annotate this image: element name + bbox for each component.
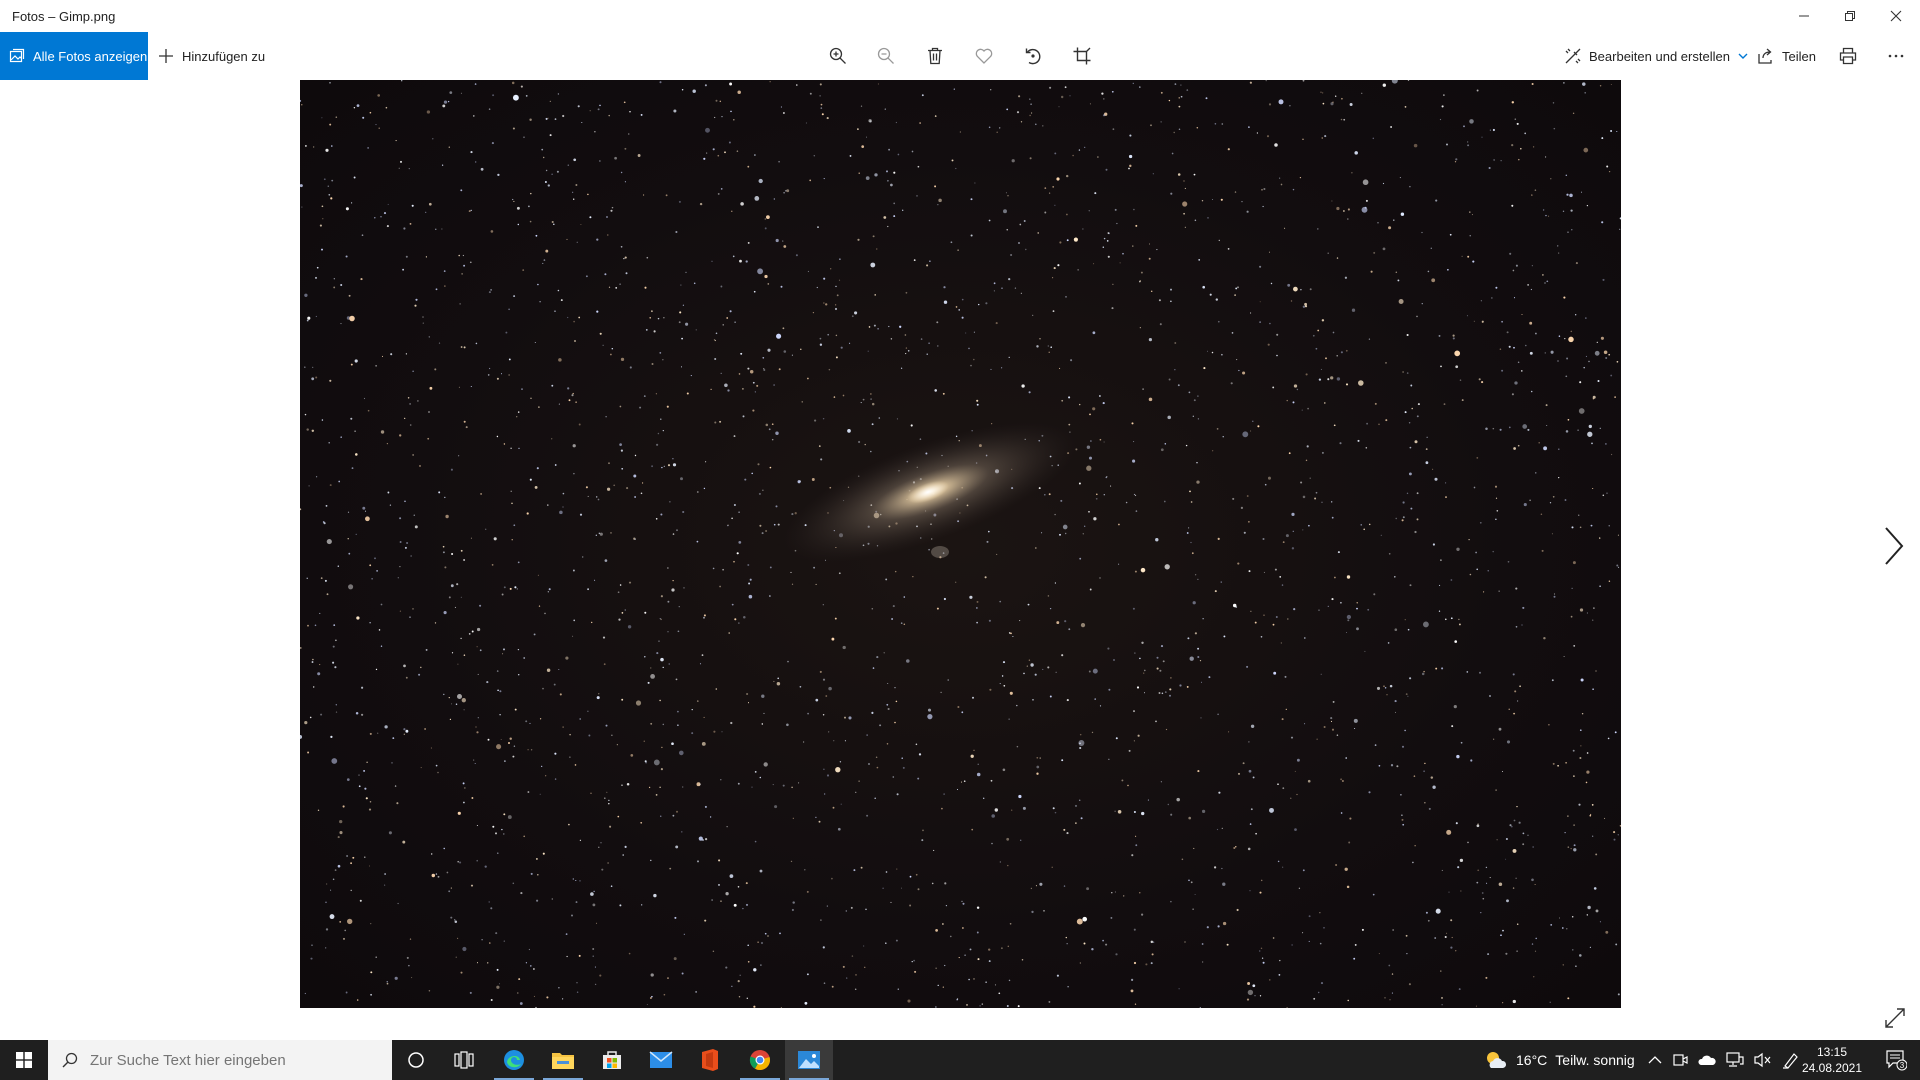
heart-icon [975, 48, 993, 64]
zoom-out-button[interactable] [874, 44, 898, 68]
close-icon [1890, 10, 1902, 22]
print-button[interactable] [1836, 44, 1860, 68]
chevron-down-icon [1738, 53, 1748, 59]
windows-logo-icon [16, 1052, 32, 1068]
taskbar-search[interactable] [48, 1040, 392, 1080]
minimize-icon [1799, 15, 1809, 17]
weather-partly-sunny-icon [1487, 1052, 1507, 1068]
taskbar-app-explorer[interactable] [539, 1040, 587, 1080]
crop-button[interactable] [1070, 44, 1094, 68]
star-layer [300, 80, 1621, 1008]
add-to-label: Hinzufügen zu [182, 48, 266, 64]
search-icon [62, 1052, 78, 1068]
meet-now-icon[interactable] [1672, 1052, 1688, 1068]
all-photos-label: Alle Fotos anzeigen [33, 48, 148, 64]
network-icon[interactable] [1726, 1052, 1744, 1068]
zoom-out-icon [877, 47, 894, 64]
start-button[interactable] [0, 1040, 48, 1080]
chrome-icon [749, 1050, 770, 1071]
next-photo-button[interactable] [1876, 516, 1912, 576]
windows-taskbar: 16°C Teilw. sonnig 13:15 24.08.2021 3 [0, 1040, 1920, 1080]
all-photos-button[interactable]: Alle Fotos anzeigen [0, 32, 148, 80]
add-to-button[interactable]: Hinzufügen zu [158, 32, 265, 80]
share-button[interactable]: Teilen [1758, 32, 1816, 80]
taskbar-app-photos[interactable] [785, 1040, 833, 1080]
folder-icon [552, 1053, 574, 1069]
action-center-button[interactable]: 3 [1876, 1040, 1916, 1080]
rotate-icon [1025, 48, 1041, 65]
window-title: Fotos – Gimp.png [12, 9, 116, 24]
delete-icon [928, 47, 942, 65]
volume-muted-icon[interactable] [1754, 1052, 1772, 1068]
weather-widget[interactable]: 16°C Teilw. sonnig [1484, 1040, 1635, 1080]
cortana-icon [408, 1052, 424, 1068]
mail-icon [649, 1051, 673, 1068]
delete-button[interactable] [923, 44, 947, 68]
search-input[interactable] [88, 1050, 372, 1070]
edge-icon [504, 1050, 524, 1070]
taskbar-app-mail[interactable] [637, 1040, 685, 1080]
zoom-in-button[interactable] [826, 44, 850, 68]
weather-text: Teilw. sonnig [1555, 1052, 1635, 1068]
onedrive-icon[interactable] [1698, 1054, 1716, 1066]
system-tray [1648, 1040, 1800, 1080]
photo-viewer [0, 80, 1920, 1040]
chevron-up-icon[interactable] [1648, 1055, 1662, 1065]
close-button[interactable] [1873, 0, 1919, 32]
rotate-button[interactable] [1021, 44, 1045, 68]
displayed-photo[interactable] [300, 80, 1621, 1008]
taskbar-clock[interactable]: 13:15 24.08.2021 [1800, 1044, 1864, 1076]
office-icon [702, 1049, 718, 1071]
fullscreen-button[interactable] [1882, 1005, 1908, 1031]
starfield-image [300, 80, 1621, 1008]
edit-create-icon [1565, 48, 1581, 64]
notification-icon: 3 [1886, 1050, 1907, 1071]
taskbar-app-edge[interactable] [490, 1040, 538, 1080]
restore-button[interactable] [1827, 0, 1873, 32]
weather-temp: 16°C [1516, 1052, 1548, 1068]
zoom-in-icon [829, 47, 846, 64]
title-bar: Fotos – Gimp.png [0, 0, 1920, 32]
satellite-galaxy [931, 546, 949, 558]
clock-time: 13:15 [1816, 1045, 1848, 1059]
minimize-button[interactable] [1781, 0, 1827, 32]
notification-count: 3 [1900, 1061, 1905, 1070]
expand-icon [1885, 1008, 1905, 1028]
print-icon [1839, 47, 1857, 65]
edit-create-label: Bearbeiten und erstellen [1589, 48, 1730, 64]
share-label: Teilen [1782, 48, 1816, 64]
task-view-icon [454, 1051, 474, 1069]
plus-icon [159, 49, 173, 63]
taskbar-app-store[interactable] [588, 1040, 636, 1080]
taskbar-app-chrome[interactable] [736, 1040, 784, 1080]
task-view-button[interactable] [440, 1040, 488, 1080]
clock-date: 24.08.2021 [1801, 1061, 1863, 1075]
app-toolbar: Alle Fotos anzeigen Hinzufügen zu Bearbe… [0, 32, 1920, 80]
share-icon [1758, 48, 1772, 64]
favorite-button[interactable] [972, 44, 996, 68]
edit-create-button[interactable]: Bearbeiten und erstellen [1565, 32, 1748, 80]
restore-icon [1845, 11, 1855, 21]
store-icon [603, 1051, 621, 1069]
more-button[interactable] [1884, 44, 1908, 68]
photos-app-icon [798, 1051, 820, 1069]
cortana-button[interactable] [392, 1040, 440, 1080]
taskbar-app-office[interactable] [686, 1040, 734, 1080]
chevron-right-icon [1885, 527, 1904, 565]
more-icon [1888, 54, 1904, 58]
photos-icon [9, 48, 25, 63]
crop-icon [1073, 47, 1091, 65]
pen-ink-icon[interactable] [1782, 1051, 1800, 1069]
